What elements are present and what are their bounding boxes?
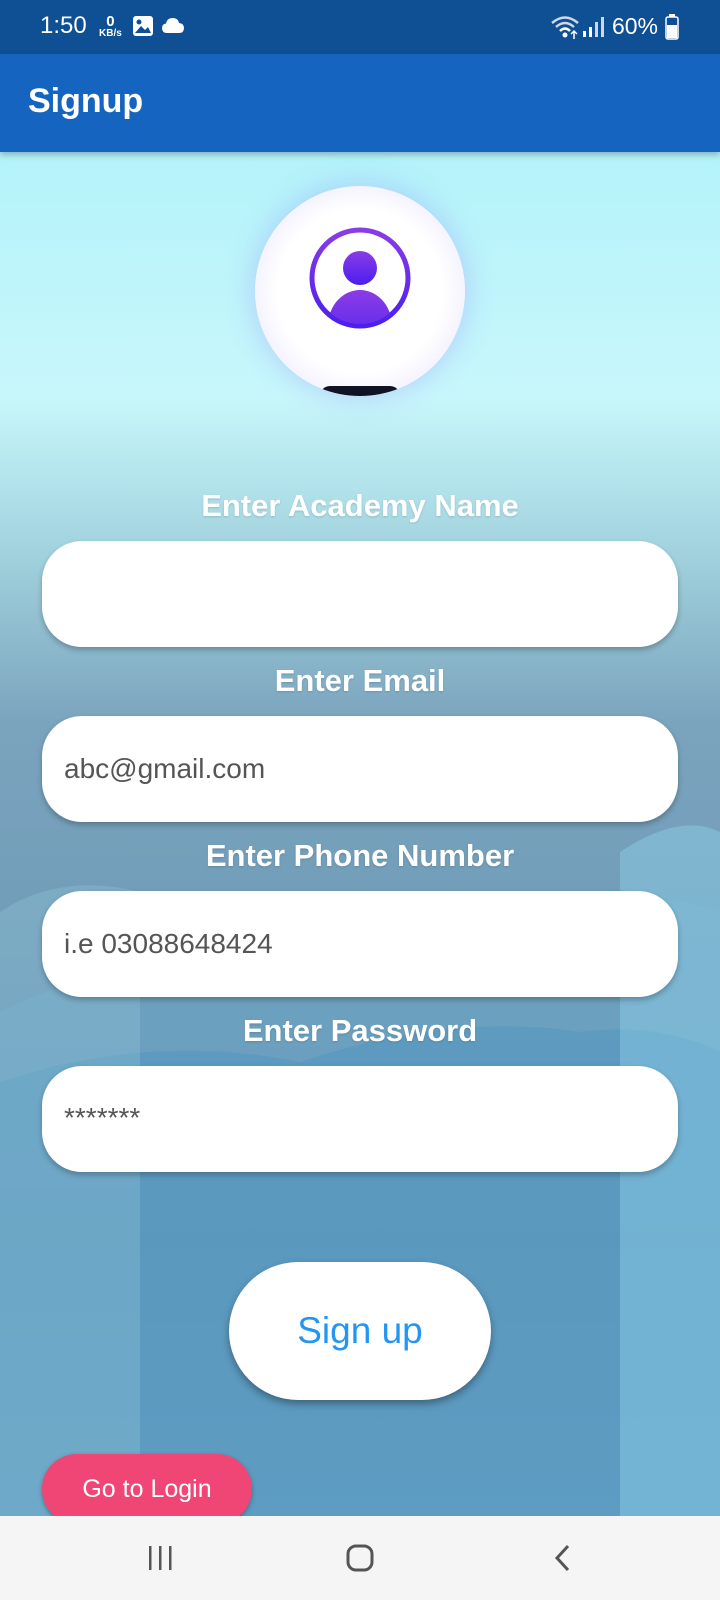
signal-icon <box>582 16 604 43</box>
back-icon <box>554 1544 570 1572</box>
battery-percentage: 60% <box>611 13 658 39</box>
page-title: Signup <box>28 82 144 120</box>
academy-name-label: Enter Academy Name <box>201 488 519 523</box>
app-bar: Signup <box>0 54 720 152</box>
email-label: Enter Email <box>274 663 446 698</box>
password-input[interactable]: ******* <box>42 1066 678 1172</box>
email-input[interactable]: abc@gmail.com <box>42 716 678 822</box>
recent-apps-icon <box>149 1546 172 1570</box>
profile-image-picker[interactable] <box>255 186 465 396</box>
status-time: 1:50 <box>40 12 87 39</box>
signup-button[interactable]: Sign up <box>229 1262 491 1400</box>
status-bar: 1:50 0 KB/s 60% <box>0 0 720 54</box>
gallery-icon <box>132 15 154 42</box>
cloud-icon <box>161 15 185 42</box>
academy-name-input[interactable] <box>42 541 678 647</box>
go-to-login-button[interactable]: Go to Login <box>42 1454 252 1524</box>
battery-icon <box>665 14 679 45</box>
wifi-icon <box>550 14 580 45</box>
system-navigation-bar <box>0 1516 720 1600</box>
back-button[interactable] <box>533 1536 593 1580</box>
network-speed-unit: KB/s <box>99 28 122 39</box>
phone-number-input[interactable]: i.e 03088648424 <box>42 891 678 997</box>
password-label: Enter Password <box>242 1013 478 1048</box>
avatar-base <box>320 386 400 396</box>
phone-number-label: Enter Phone Number <box>205 838 515 873</box>
home-button[interactable] <box>330 1536 390 1580</box>
network-speed: 0 KB/s <box>99 14 122 39</box>
home-icon <box>346 1544 374 1572</box>
recent-apps-button[interactable] <box>130 1536 190 1580</box>
network-speed-value: 0 <box>106 13 115 30</box>
account-circle-icon <box>309 227 411 329</box>
